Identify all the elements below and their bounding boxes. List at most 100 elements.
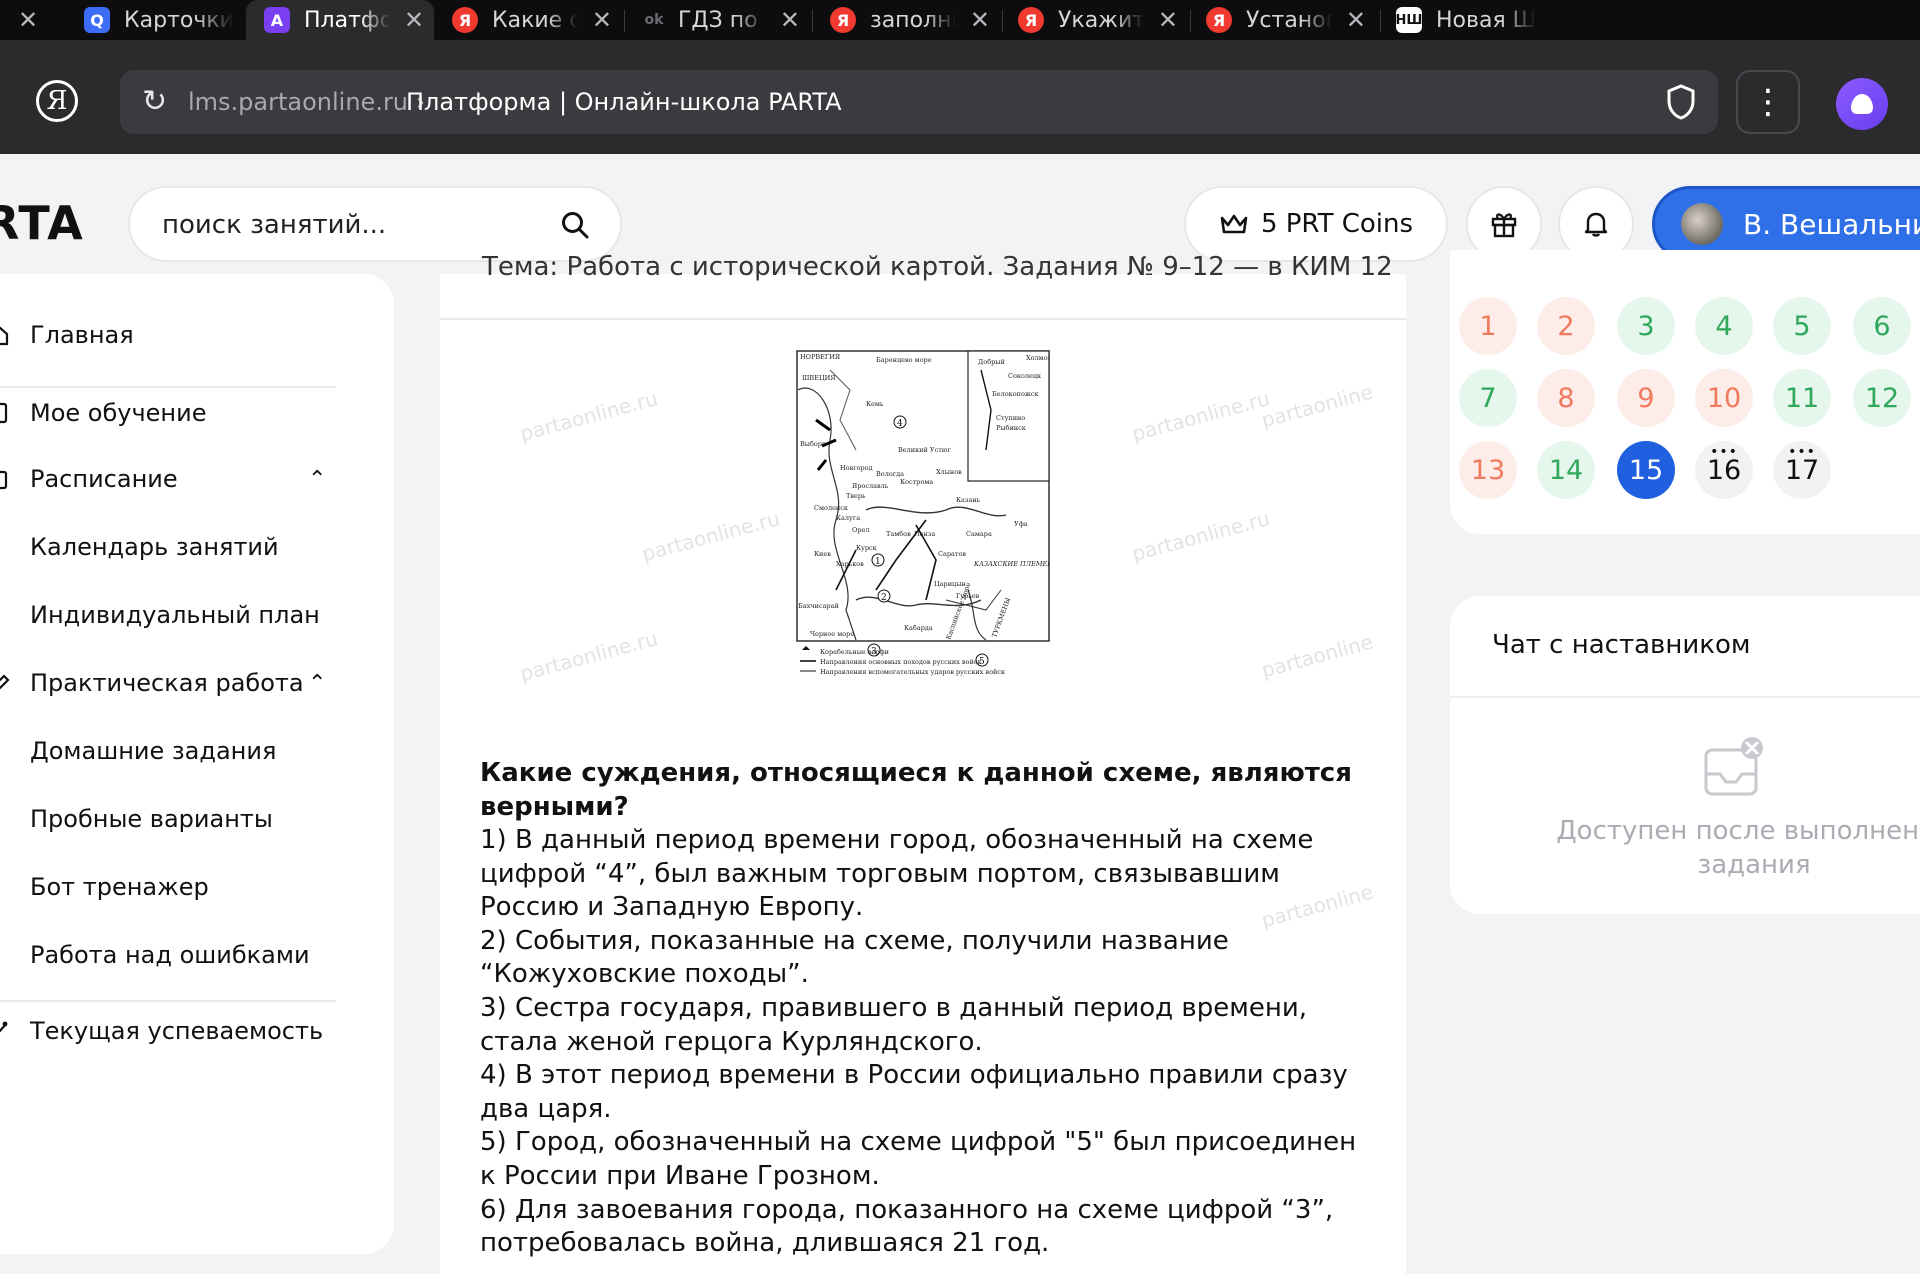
close-icon[interactable]: ✕ (970, 6, 990, 34)
chevron-up-icon[interactable]: ⌃ (308, 671, 326, 696)
sidebar-item-label: Индивидуальный план (30, 601, 320, 629)
sidebar-item-my-learning[interactable]: Мое обучение (0, 398, 394, 428)
sidebar-item-practical-work[interactable]: Практическая работа ⌃ (0, 668, 394, 698)
prt-coins-button[interactable]: 5 PRT Coins (1184, 186, 1448, 262)
answer-option-2: 2) События, показанные на схеме, получил… (480, 925, 1229, 990)
task-number-label: 9 (1637, 382, 1655, 414)
parta-logo[interactable]: RTA (0, 196, 84, 250)
sidebar-item-error-work[interactable]: Работа над ошибками (0, 940, 394, 970)
answer-options: 1) В данный период времени город, обозна… (480, 824, 1380, 1261)
sidebar-item-label: Календарь занятий (30, 533, 279, 561)
tab-title: ГДЗ по физике (678, 7, 766, 33)
sidebar-item-lesson-calendar[interactable]: Календарь занятий (0, 532, 394, 562)
tab-platform[interactable]: A Платформа ✕ (246, 0, 434, 40)
tab-close-first[interactable]: ✕ (18, 0, 38, 40)
task-number-1[interactable]: 1 (1459, 297, 1517, 355)
divider (440, 318, 1406, 320)
sidebar-item-current-progress[interactable]: Текущая успеваемость (0, 1016, 394, 1046)
sidebar-item-label: Практическая работа (30, 669, 304, 697)
sidebar-item-label: Работа над ошибками (30, 941, 310, 969)
task-number-8[interactable]: 8 (1537, 369, 1595, 427)
close-icon[interactable]: ✕ (404, 6, 424, 34)
crown-icon (1220, 214, 1248, 234)
address-bar[interactable]: ↻ lms.partaonline.ru › Платформа | Онлай… (120, 70, 1718, 134)
chat-locked-note: Доступен после выполнения задания (1556, 816, 1920, 880)
search-input[interactable] (160, 206, 554, 244)
search-icon[interactable] (560, 210, 590, 240)
more-dots-icon: ••• (1710, 444, 1738, 460)
sidebar: Главная Мое обучение Расписание ⌃ Календ… (0, 274, 394, 1254)
sidebar-item-individual-plan[interactable]: Индивидуальный план (0, 600, 394, 630)
historical-map-image[interactable]: 4 1 2 3 5 НОРВЕГИЯ Баренцево море ШВЕЦИЯ… (796, 350, 1050, 680)
tab-separator (1002, 10, 1003, 32)
favicon-q-icon: Q (84, 7, 110, 33)
more-menu-icon[interactable]: ⋮ (1736, 70, 1800, 134)
svg-text:2: 2 (881, 593, 887, 603)
sidebar-item-homework[interactable]: Домашние задания (0, 736, 394, 766)
task-number-9[interactable]: 9 (1617, 369, 1675, 427)
task-number-3[interactable]: 3 (1617, 297, 1675, 355)
reload-icon[interactable]: ↻ (142, 84, 167, 119)
chevron-up-icon[interactable]: ⌃ (308, 467, 326, 492)
map-label: Бахчисарай (798, 602, 839, 610)
tab-suzhdeniya[interactable]: Я Какие суждения ✕ (452, 0, 612, 40)
close-icon[interactable]: ✕ (1346, 6, 1366, 34)
map-label: Киев (814, 550, 831, 558)
map-label: Кемь (866, 400, 884, 408)
map-legend-label: Направления основных походов русских вой… (820, 658, 982, 666)
pencil-icon (0, 674, 10, 690)
sidebar-item-bot-trainer[interactable]: Бот тренажер (0, 872, 394, 902)
task-number-label: 7 (1479, 382, 1497, 414)
svg-text:4: 4 (897, 419, 903, 429)
close-icon[interactable]: ✕ (1158, 6, 1178, 34)
map-label: Баренцево море (876, 356, 932, 364)
task-number-11[interactable]: 11 (1773, 369, 1831, 427)
favicon-yandex-icon: Я (830, 7, 856, 33)
task-number-13[interactable]: 13 (1459, 441, 1517, 499)
tab-zapolnite[interactable]: Я заполните ✕ (830, 0, 990, 40)
map-label: НОРВЕГИЯ (800, 353, 840, 361)
map-label: Рыбинск (996, 424, 1026, 432)
task-number-12[interactable]: 12 (1853, 369, 1911, 427)
task-number-label: 1 (1479, 310, 1497, 342)
alice-assistant-icon[interactable] (1836, 78, 1888, 130)
close-icon[interactable]: ✕ (18, 6, 38, 34)
sidebar-item-home[interactable]: Главная (0, 320, 394, 350)
tab-separator (812, 10, 813, 32)
close-icon[interactable]: ✕ (780, 6, 800, 34)
yandex-logo-icon[interactable]: Я (36, 80, 78, 122)
tab-novaya-shkola[interactable]: НШ Новая Школа (1396, 0, 1556, 40)
task-number-4[interactable]: 4 (1695, 297, 1753, 355)
task-number-17[interactable]: ••• 17 (1773, 441, 1831, 499)
tab-ustanovite[interactable]: Я Установите ✕ (1206, 0, 1366, 40)
map-label: Хлынов (936, 468, 962, 476)
favicon-a-icon: A (264, 7, 290, 33)
map-label: Кабарда (904, 624, 933, 632)
task-number-2[interactable]: 2 (1537, 297, 1595, 355)
map-label: Выборг (800, 440, 826, 448)
sidebar-item-label: Мое обучение (30, 399, 207, 427)
coins-label: 5 PRT Coins (1260, 209, 1414, 239)
bell-icon (1584, 212, 1608, 237)
task-number-6[interactable]: 6 (1853, 297, 1911, 355)
favicon-yandex-icon: Я (452, 7, 478, 33)
tab-ukazhite[interactable]: Я Укажите пра ✕ (1018, 0, 1178, 40)
map-legend-label: Направления вспомогательных ударов русск… (820, 668, 1005, 676)
task-number-label: 15 (1628, 454, 1664, 486)
divider (0, 1000, 336, 1002)
tab-gdz[interactable]: ok ГДЗ по физике ✕ (640, 0, 800, 40)
task-number-15[interactable]: 15 (1617, 441, 1675, 499)
answer-option-6: 6) Для завоевания города, показанного на… (480, 1194, 1334, 1259)
sidebar-item-trial-variants[interactable]: Пробные варианты (0, 804, 394, 834)
browser-tab-strip: ✕ Q Карточки ✕ A Платформа ✕ Я Какие суж… (0, 0, 1920, 40)
task-number-label: 8 (1557, 382, 1575, 414)
sidebar-item-schedule[interactable]: Расписание ⌃ (0, 464, 394, 494)
close-icon[interactable]: ✕ (592, 6, 612, 34)
favicon-yandex-icon: Я (1018, 7, 1044, 33)
task-number-7[interactable]: 7 (1459, 369, 1517, 427)
task-number-16[interactable]: ••• 16 (1695, 441, 1753, 499)
task-number-10[interactable]: 10 (1695, 369, 1753, 427)
task-number-5[interactable]: 5 (1773, 297, 1831, 355)
shield-icon[interactable] (1666, 84, 1696, 120)
task-number-14[interactable]: 14 (1537, 441, 1595, 499)
